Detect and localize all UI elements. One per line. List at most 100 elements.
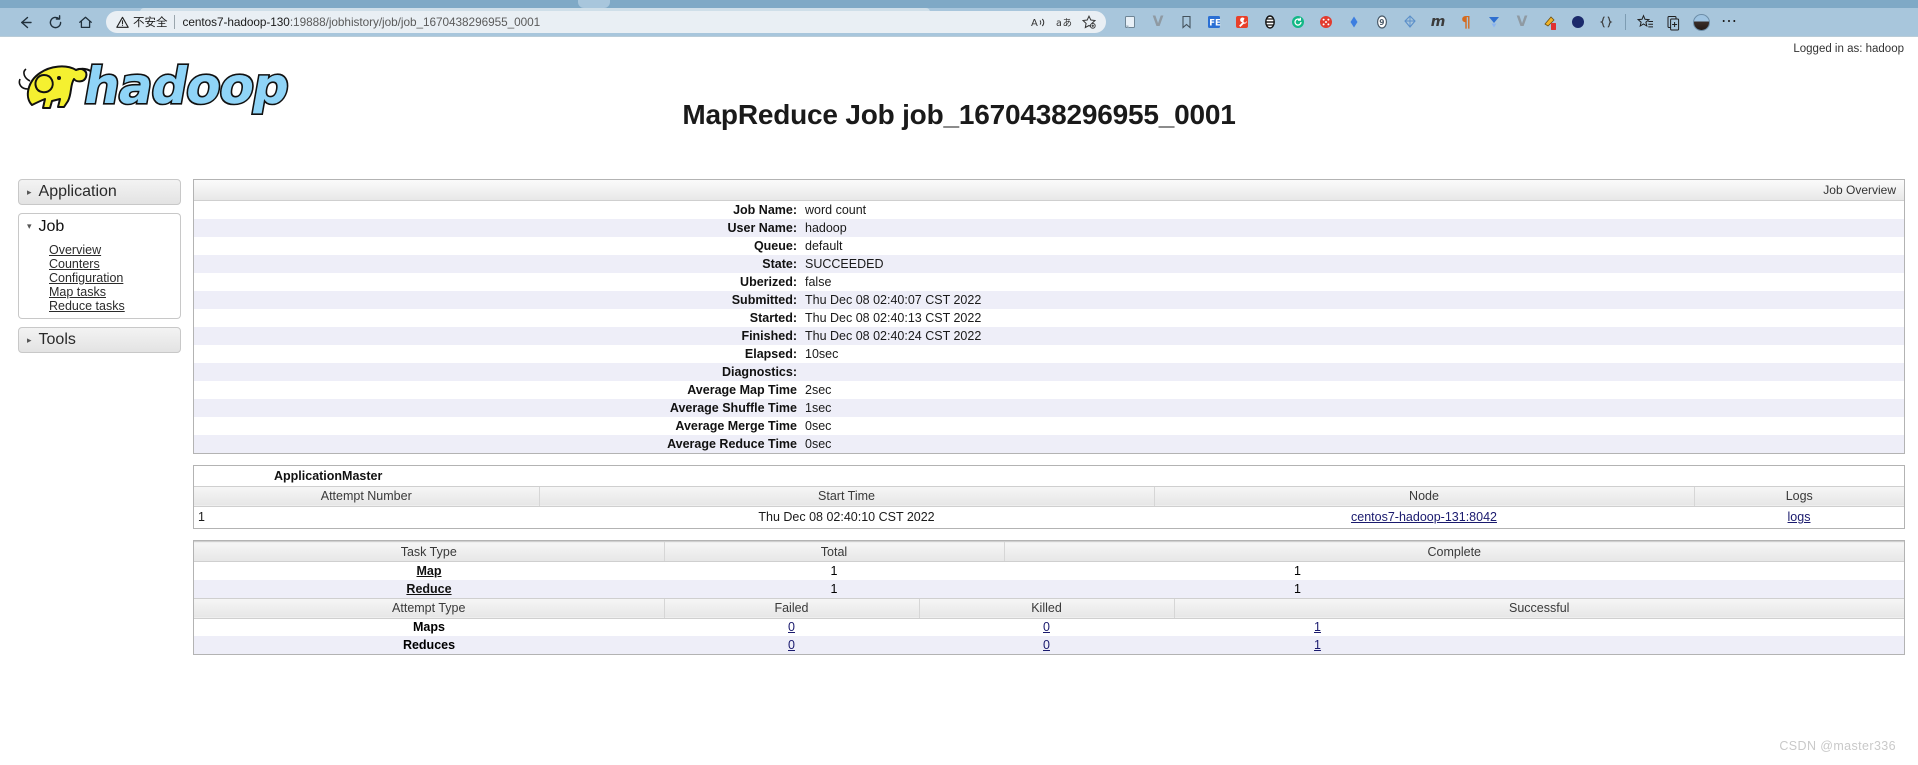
cell-node[interactable]: centos7-hadoop-131:8042 (1154, 506, 1694, 528)
maps-failed-link[interactable]: 0 (788, 620, 795, 634)
cell-reduces-killed[interactable]: 0 (919, 636, 1174, 654)
collections-icon[interactable] (1659, 10, 1687, 34)
table-row: Finished: Thu Dec 08 02:40:24 CST 2022 (194, 327, 1904, 345)
address-url[interactable]: centos7-hadoop-130:19888/jobhistory/job/… (183, 15, 541, 29)
active-tab-notch[interactable] (578, 0, 610, 8)
reload-button[interactable] (40, 9, 70, 35)
col-total: Total (663, 541, 1004, 562)
col-attempt-type: Attempt Type (194, 597, 664, 619)
ov-val-avg-shuffle-time: 1sec (805, 401, 832, 415)
col-logs: Logs (1693, 485, 1904, 507)
cell-maps-killed[interactable]: 0 (919, 618, 1174, 636)
ov-key-user-name: User Name: (727, 221, 797, 235)
cell-reduces-successful[interactable]: 1 (1174, 636, 1904, 654)
application-master-header-row: Attempt Number Start Time Node Logs (194, 485, 1904, 507)
table-row: Reduce 1 1 (194, 579, 1904, 598)
application-master-table: ApplicationMaster Attempt Number Start T… (194, 466, 1904, 528)
extension-bookmark-icon[interactable] (1172, 10, 1200, 34)
sidebar-group-tools[interactable]: ▸ Tools (18, 327, 181, 353)
cell-maps-failed[interactable]: 0 (664, 618, 919, 636)
extension-dice-red-icon[interactable] (1312, 10, 1340, 34)
extension-diamond-blue-icon[interactable] (1340, 10, 1368, 34)
cell-reduce-total: 1 (830, 581, 838, 596)
extension-circle-orange-icon[interactable] (1564, 10, 1592, 34)
main-content: Job Overview Job Name: word count User Na… (193, 179, 1905, 666)
cell-logs[interactable]: logs (1694, 506, 1904, 528)
reduces-failed-link[interactable]: 0 (788, 638, 795, 652)
more-options-button[interactable]: ⋯ (1715, 14, 1744, 30)
sidebar-link-map-tasks[interactable]: Map tasks (19, 285, 180, 299)
page-body: Logged in as: hadoop hadoop MapReduce Jo… (0, 36, 1918, 765)
sidebar-link-configuration[interactable]: Configuration (19, 271, 180, 285)
job-overview-panel: Job Overview Job Name: word count User Na… (193, 179, 1905, 454)
extension-m-letter-icon[interactable]: m (1424, 10, 1452, 34)
avatar-image (1692, 13, 1710, 31)
translate-icon[interactable]: a あ (1056, 16, 1072, 29)
map-link[interactable]: Map (417, 564, 442, 578)
cell-task-type-reduce[interactable]: Reduce (194, 580, 664, 598)
profile-avatar[interactable] (1687, 10, 1715, 34)
cell-task-type-map[interactable]: Map (194, 562, 664, 580)
ov-val-state: SUCCEEDED (805, 257, 884, 271)
extension-paint-red-icon[interactable] (1536, 10, 1564, 34)
sidebar-group-application-label: Application (38, 183, 117, 200)
ov-key-queue: Queue: (753, 239, 797, 253)
cell-reduces-failed[interactable]: 0 (664, 636, 919, 654)
extension-wrench-red-icon[interactable] (1228, 10, 1256, 34)
sidebar-link-overview[interactable]: Overview (19, 243, 180, 257)
reduces-killed-link[interactable]: 0 (1043, 638, 1050, 652)
cell-start-time: Thu Dec 08 02:40:10 CST 2022 (758, 510, 935, 525)
sidebar-link-counters[interactable]: Counters (19, 257, 180, 271)
extension-triangle-blue-icon[interactable] (1480, 10, 1508, 34)
ov-key-finished: Finished: (741, 329, 797, 343)
svg-text:9: 9 (1379, 18, 1384, 27)
extension-oval-gray-icon[interactable]: 9 (1368, 10, 1396, 34)
col-task-type: Task Type (194, 541, 664, 562)
cell-reduce-complete: 1 (1294, 581, 1301, 596)
ov-val-diagnostics (803, 363, 1904, 381)
extension-pilcrow-icon[interactable]: ¶ (1452, 10, 1480, 34)
ov-key-job-name: Job Name: (733, 203, 797, 217)
logs-link[interactable]: logs (1788, 510, 1811, 524)
tab-strip-right (610, 0, 1918, 8)
maps-killed-link[interactable]: 0 (1043, 620, 1050, 634)
extension-capsule-icon[interactable] (1256, 10, 1284, 34)
ov-key-avg-reduce-time: Average Reduce Time (667, 437, 797, 451)
maps-successful-link[interactable]: 1 (1314, 620, 1321, 634)
read-aloud-icon[interactable]: A (1031, 16, 1046, 29)
table-row: Diagnostics: (194, 363, 1904, 381)
extension-v-gray-icon[interactable]: V (1144, 10, 1172, 34)
table-row: Started: Thu Dec 08 02:40:13 CST 2022 (194, 309, 1904, 327)
address-bar[interactable]: 不安全 centos7-hadoop-130:19888/jobhistory/… (106, 11, 1106, 33)
table-row: Reduces 0 0 1 (194, 636, 1904, 654)
svg-text:あ: あ (1063, 18, 1073, 29)
col-killed: Killed (918, 597, 1174, 619)
home-button[interactable] (70, 9, 100, 35)
extension-braces-icon[interactable] (1592, 10, 1620, 34)
table-row: Map 1 1 (194, 562, 1904, 580)
ov-key-avg-merge-time: Average Merge Time (675, 419, 797, 433)
task-summary-header-row: Task Type Total Complete (194, 541, 1904, 562)
col-attempt-number: Attempt Number (194, 485, 539, 507)
extension-kite-icon[interactable] (1396, 10, 1424, 34)
job-overview-panel-header: Job Overview (194, 180, 1904, 201)
favorites-icon[interactable] (1631, 10, 1659, 34)
sidebar-group-job[interactable]: ▾ Job (18, 213, 181, 239)
add-favorite-icon[interactable] (1082, 15, 1096, 29)
extension-notes-icon[interactable] (1116, 10, 1144, 34)
node-link[interactable]: centos7-hadoop-131:8042 (1351, 510, 1497, 524)
extension-refresh-green-icon[interactable] (1284, 10, 1312, 34)
tab-strip-left (0, 0, 578, 8)
sidebar-group-application[interactable]: ▸ Application (18, 179, 181, 205)
reduce-link[interactable]: Reduce (406, 582, 451, 596)
reduces-successful-link[interactable]: 1 (1314, 638, 1321, 652)
cell-attempt-number: 1 (198, 510, 205, 525)
extension-v-gray-2-icon[interactable]: V (1508, 10, 1536, 34)
extension-feedly-icon[interactable]: FE (1200, 10, 1228, 34)
sidebar-link-reduce-tasks[interactable]: Reduce tasks (19, 299, 180, 313)
back-button[interactable] (10, 9, 40, 35)
sidebar-gap-2 (18, 319, 181, 327)
browser-toolbar: 不安全 centos7-hadoop-130:19888/jobhistory/… (0, 8, 1918, 36)
ov-key-diagnostics: Diagnostics: (721, 365, 797, 379)
cell-maps-successful[interactable]: 1 (1174, 618, 1904, 636)
